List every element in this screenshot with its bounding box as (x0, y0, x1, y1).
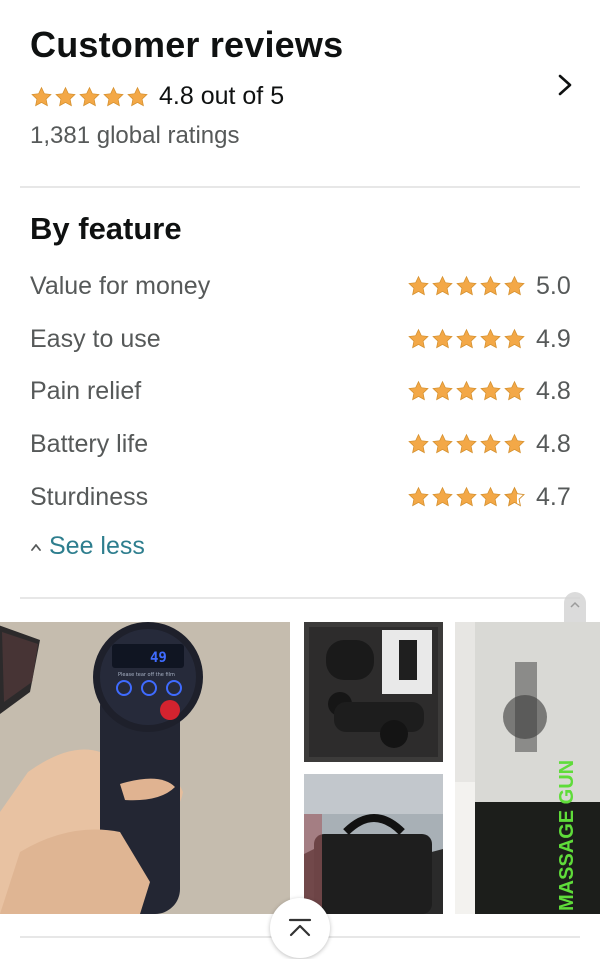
overall-rating-text: 4.8 out of 5 (159, 82, 285, 110)
device-display-number: 49 (150, 650, 167, 666)
star-icon (456, 486, 477, 507)
feature-score: 4.7 (536, 482, 571, 511)
star-icon (55, 86, 76, 106)
star-icon (408, 275, 429, 296)
star-icon (480, 486, 501, 507)
box-label-text: MASSAGE GUN (556, 760, 578, 911)
review-image-massage-gun-in-hand[interactable]: 49 Please tear off the film (0, 622, 290, 914)
chevron-right-icon[interactable] (552, 70, 578, 100)
star-icon (432, 380, 453, 401)
feature-label: Value for money (30, 271, 211, 300)
feature-stars (407, 433, 527, 455)
section-divider (20, 186, 580, 188)
star-icon (480, 380, 501, 401)
star-icon (103, 86, 124, 106)
star-icon (432, 275, 453, 296)
feature-stars (407, 486, 527, 508)
star-icon (408, 328, 429, 349)
feature-label: Pain relief (30, 376, 142, 405)
by-feature-heading: By feature (30, 211, 182, 246)
star-icon (456, 433, 477, 454)
star-icon (504, 275, 525, 296)
feature-score: 4.8 (536, 429, 571, 458)
star-icon (31, 86, 52, 106)
review-image-gallery: 49 Please tear off the film MASSAGE GUN (0, 622, 600, 914)
star-icon (456, 328, 477, 349)
back-to-top-button[interactable] (270, 898, 330, 958)
star-icon (408, 486, 429, 507)
feature-label: Sturdiness (30, 482, 149, 511)
star-icon (480, 328, 501, 349)
star-icon (456, 380, 477, 401)
star-icon (504, 328, 525, 349)
star-icon (408, 433, 429, 454)
feature-stars (407, 275, 527, 297)
review-image-carry-case[interactable] (304, 774, 443, 914)
star-icon (456, 275, 477, 296)
page-title: Customer reviews (30, 24, 344, 65)
see-less-link[interactable]: See less (30, 532, 145, 561)
star-icon (79, 86, 100, 106)
caret-up-icon (31, 543, 41, 551)
feature-row-value-for-money: Value for money 5.0 (30, 266, 572, 306)
feature-row-easy-to-use: Easy to use 4.9 (30, 319, 572, 359)
star-icon (432, 433, 453, 454)
feature-stars (407, 380, 527, 402)
review-image-case-open[interactable] (304, 622, 443, 762)
star-icon (480, 433, 501, 454)
global-ratings-count: 1,381 global ratings (30, 122, 240, 149)
star-icon (432, 486, 453, 507)
feature-stars (407, 328, 527, 350)
star-icon (480, 275, 501, 296)
carry-case-photo (304, 774, 443, 914)
case-photo (304, 622, 443, 762)
feature-score: 5.0 (536, 271, 571, 300)
overall-rating[interactable]: 4.8 out of 5 (30, 82, 284, 111)
star-icon (432, 328, 453, 349)
star-half-icon (504, 486, 525, 507)
device-display-subtext: Please tear off the film (118, 672, 175, 678)
overall-stars (30, 86, 150, 108)
feature-score: 4.8 (536, 376, 571, 405)
feature-row-battery-life: Battery life 4.8 (30, 424, 572, 464)
feature-label: Easy to use (30, 324, 161, 353)
product-box-photo: MASSAGE GUN (455, 622, 600, 914)
feature-row-sturdiness: Sturdiness 4.7 (30, 477, 572, 517)
massage-gun-photo: 49 Please tear off the film (0, 622, 290, 914)
review-image-box[interactable]: MASSAGE GUN (455, 622, 600, 914)
feature-label: Battery life (30, 429, 149, 458)
feature-score: 4.9 (536, 324, 571, 353)
see-less-label: See less (49, 532, 145, 560)
back-to-top-icon (288, 918, 312, 937)
feature-row-pain-relief: Pain relief 4.8 (30, 371, 572, 411)
section-divider (20, 597, 580, 599)
star-icon (504, 433, 525, 454)
star-icon (408, 380, 429, 401)
star-icon (504, 380, 525, 401)
star-icon (127, 86, 148, 106)
